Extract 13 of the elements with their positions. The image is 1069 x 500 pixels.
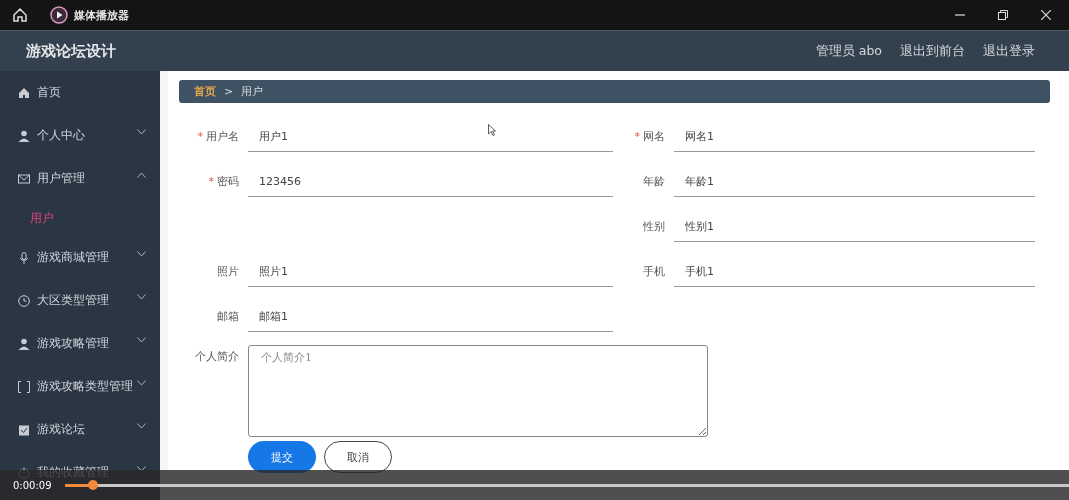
app-title: 媒体播放器 [74,7,129,23]
field-label: 邮箱 [216,309,240,325]
field-label: 性别 [642,219,666,235]
field-label: * 网名 [633,129,666,145]
field-label: 照片 [216,264,240,280]
field-label: 年龄 [642,174,666,190]
breadcrumb-separator: > [224,85,234,98]
field-label: 手机 [642,264,666,280]
field-label: * 密码 [207,174,240,190]
playback-time: 0:00:09 [13,479,53,491]
site-title: 游戏论坛设计 [26,41,116,61]
field-label: * 用户名 [196,129,240,145]
field-label: 个人简介 [194,349,240,365]
